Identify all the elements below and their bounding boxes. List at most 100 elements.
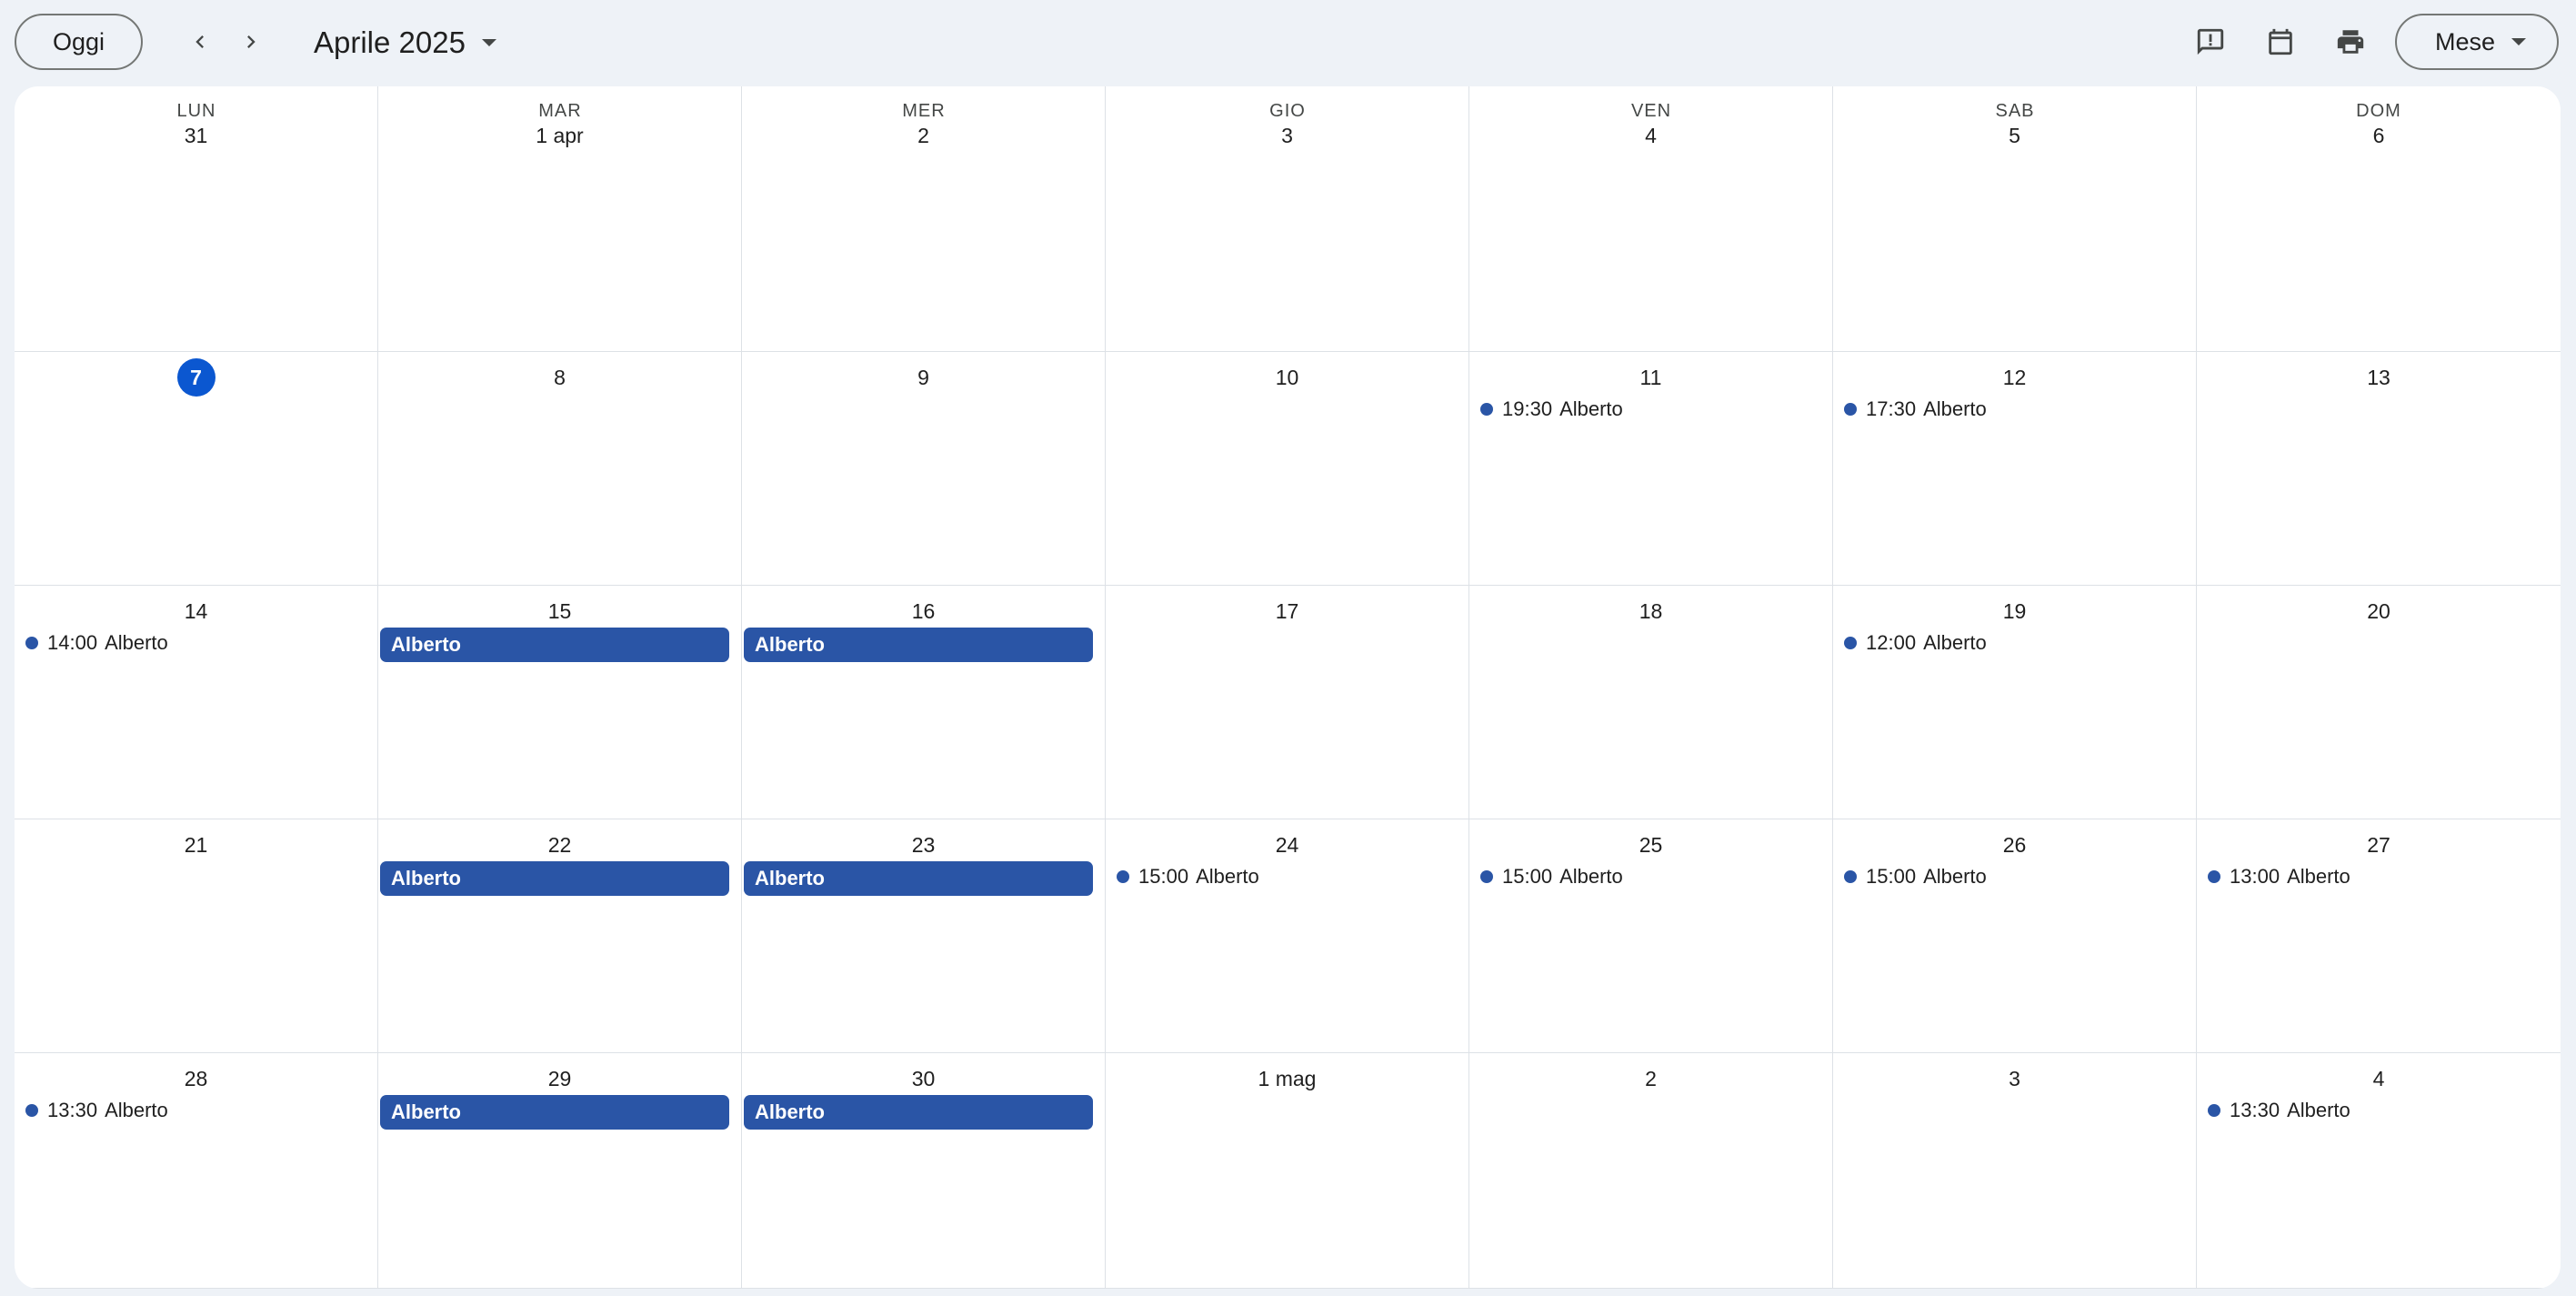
day-number[interactable]: 1 apr [378,116,741,156]
timed-event[interactable]: 15:00 Alberto [1480,863,1623,890]
day-number[interactable]: 22 [378,825,741,865]
day-number[interactable]: 3 [1106,116,1468,156]
day-cell[interactable]: 5 [1833,86,2197,352]
day-cell[interactable]: 4 [1469,86,1833,352]
all-day-event[interactable]: Alberto [380,1095,729,1130]
day-number[interactable]: 21 [15,825,377,865]
day-cell[interactable]: 1 mag [1106,1053,1469,1289]
day-number[interactable]: 29 [378,1059,741,1099]
today-button[interactable]: Oggi [15,14,143,70]
day-cell[interactable]: 25 15:00 Alberto [1469,819,1833,1053]
timed-event[interactable]: 12:00 Alberto [1844,629,1987,657]
day-cell[interactable]: 10 [1106,352,1469,586]
timed-event[interactable]: 19:30 Alberto [1480,396,1623,423]
day-number[interactable]: 16 [742,591,1105,631]
day-cell[interactable]: 8 [378,352,742,586]
day-number[interactable]: 12 [1833,357,2196,397]
day-cell[interactable]: 1 apr [378,86,742,352]
day-cell[interactable]: 11 19:30 Alberto [1469,352,1833,586]
day-number[interactable]: 10 [1106,357,1468,397]
day-cell[interactable]: 17 [1106,586,1469,819]
feedback-button[interactable] [2185,16,2236,67]
day-number[interactable]: 19 [1833,591,2196,631]
day-number[interactable]: 14 [15,591,377,631]
day-number-label: 28 [184,1067,208,1090]
day-number-label: 3 [2009,1067,2020,1090]
day-cell[interactable]: 20 [2197,586,2561,819]
day-cell[interactable]: 19 12:00 Alberto [1833,586,2197,819]
day-cell[interactable]: 18 [1469,586,1833,819]
timed-event[interactable]: 13:00 Alberto [2208,863,2350,890]
day-number[interactable]: 6 [2197,116,2561,156]
day-cell[interactable]: 2 [742,86,1106,352]
day-number[interactable]: 2 [1469,1059,1832,1099]
day-number[interactable]: 15 [378,591,741,631]
day-cell[interactable]: 12 17:30 Alberto [1833,352,2197,586]
day-cell[interactable]: 31 [15,86,378,352]
day-number[interactable]: 1 mag [1106,1059,1468,1099]
day-cell[interactable]: 24 15:00 Alberto [1106,819,1469,1053]
day-number[interactable]: 13 [2197,357,2561,397]
day-cell[interactable]: 29 Alberto [378,1053,742,1289]
day-cell[interactable]: 13 [2197,352,2561,586]
day-cell[interactable]: 30 Alberto [742,1053,1106,1289]
day-number[interactable]: 4 [1469,116,1832,156]
month-selector[interactable]: Aprile 2025 [314,20,496,65]
day-cell[interactable]: 9 [742,352,1106,586]
timed-event[interactable]: 13:30 Alberto [25,1097,168,1124]
day-cell[interactable]: 15 Alberto [378,586,742,819]
day-cell[interactable]: 7 [15,352,378,586]
day-number[interactable]: 28 [15,1059,377,1099]
event-dot-icon [1480,870,1493,883]
print-button[interactable] [2325,16,2376,67]
all-day-event[interactable]: Alberto [744,628,1093,662]
day-number[interactable]: 3 [1833,1059,2196,1099]
day-number[interactable]: 26 [1833,825,2196,865]
day-cell[interactable]: 14 14:00 Alberto [15,586,378,819]
timed-event[interactable]: 13:30 Alberto [2208,1097,2350,1124]
day-cell[interactable]: 22 Alberto [378,819,742,1053]
day-number[interactable]: 30 [742,1059,1105,1099]
previous-month-button[interactable] [175,16,226,67]
timed-event[interactable]: 15:00 Alberto [1117,863,1259,890]
day-number[interactable]: 20 [2197,591,2561,631]
day-number[interactable]: 5 [1833,116,2196,156]
day-cell[interactable]: 3 [1833,1053,2197,1289]
day-cell[interactable]: 2 [1469,1053,1833,1289]
day-number[interactable]: 9 [742,357,1105,397]
day-number[interactable]: 8 [378,357,741,397]
day-cell[interactable]: 27 13:00 Alberto [2197,819,2561,1053]
day-cell[interactable]: 16 Alberto [742,586,1106,819]
day-number[interactable]: 31 [15,116,377,156]
day-number[interactable]: 24 [1106,825,1468,865]
event-title: Alberto [1559,865,1623,888]
day-cell[interactable]: 6 [2197,86,2561,352]
day-cell[interactable]: 28 13:30 Alberto [15,1053,378,1289]
day-number[interactable]: 4 [2197,1059,2561,1099]
day-number-label: 16 [911,599,936,623]
day-cell[interactable]: 23 Alberto [742,819,1106,1053]
day-number[interactable]: 27 [2197,825,2561,865]
all-day-event[interactable]: Alberto [744,861,1093,896]
day-cell[interactable]: 26 15:00 Alberto [1833,819,2197,1053]
today-day-number[interactable]: 7 [15,357,377,397]
timed-event[interactable]: 14:00 Alberto [25,629,168,657]
day-number[interactable]: 25 [1469,825,1832,865]
timed-event[interactable]: 15:00 Alberto [1844,863,1987,890]
day-cell[interactable]: 4 13:30 Alberto [2197,1053,2561,1289]
day-number[interactable]: 17 [1106,591,1468,631]
day-cell[interactable]: 21 [15,819,378,1053]
all-day-event[interactable]: Alberto [380,861,729,896]
next-month-button[interactable] [226,16,276,67]
day-number[interactable]: 11 [1469,357,1832,397]
day-number[interactable]: 23 [742,825,1105,865]
view-selector-button[interactable]: Mese [2395,14,2559,70]
day-cell[interactable]: 3 [1106,86,1469,352]
all-day-event[interactable]: Alberto [744,1095,1093,1130]
day-number[interactable]: 2 [742,116,1105,156]
all-day-event[interactable]: Alberto [380,628,729,662]
calendar-button[interactable] [2255,16,2306,67]
timed-event[interactable]: 17:30 Alberto [1844,396,1987,423]
event-dot-icon [1480,403,1493,416]
day-number[interactable]: 18 [1469,591,1832,631]
